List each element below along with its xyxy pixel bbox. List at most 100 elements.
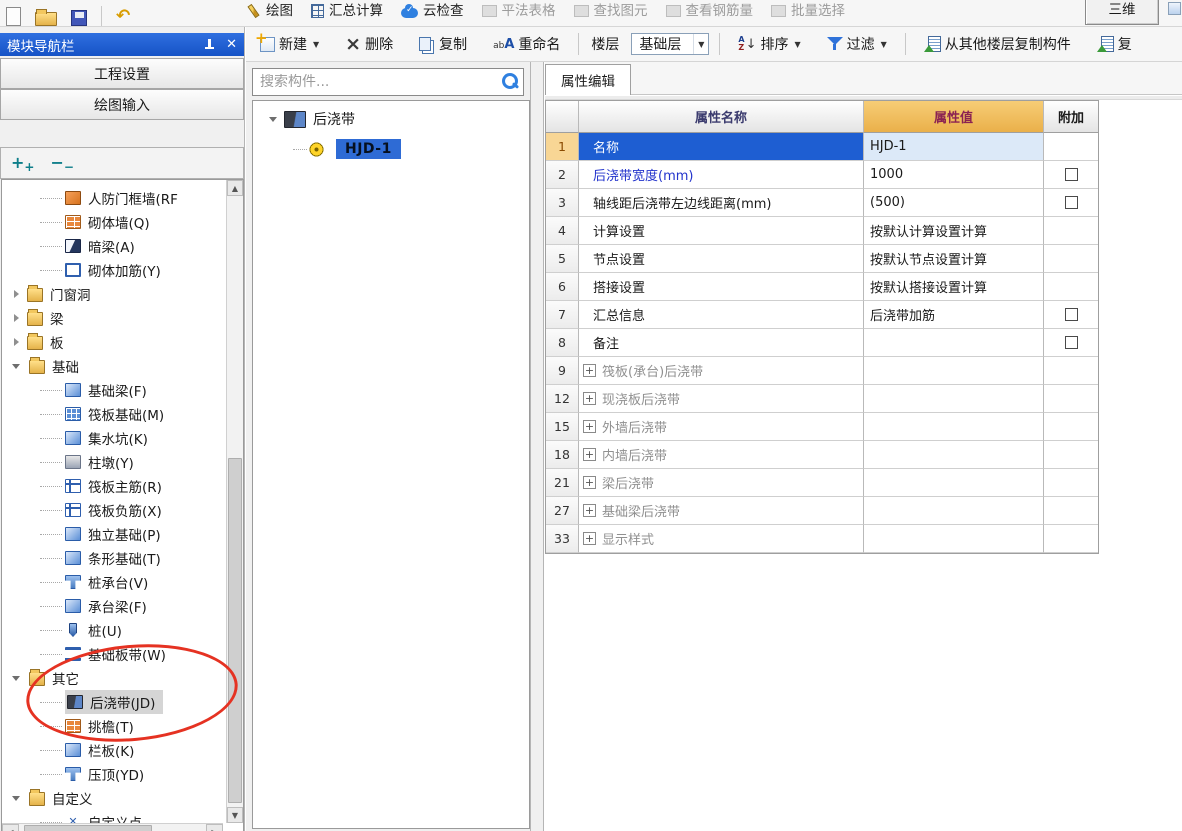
property-value-cell[interactable]: HJD-1	[864, 133, 1044, 161]
chevron-down-icon[interactable]	[269, 116, 277, 122]
menu-item-云检查[interactable]: 云检查	[401, 0, 464, 26]
tree-item-基础梁(F)[interactable]: 基础梁(F)	[2, 379, 225, 401]
expand-plus-icon[interactable]: +	[583, 448, 596, 461]
chevron-down-icon[interactable]	[12, 363, 20, 369]
property-value-cell[interactable]: 按默认计算设置计算	[864, 217, 1044, 245]
menu-item-汇总计算[interactable]: 汇总计算	[311, 0, 383, 26]
tree-item-集水坑(K)[interactable]: 集水坑(K)	[2, 427, 225, 449]
sort-button[interactable]: A Z ↓ 排序 ▼	[730, 34, 808, 54]
horizontal-scroll-thumb[interactable]	[24, 825, 152, 831]
expand-plus-icon[interactable]: +	[583, 504, 596, 517]
property-name-cell[interactable]: + 梁后浇带	[579, 469, 864, 497]
attach-checkbox[interactable]	[1064, 168, 1078, 181]
property-name-cell[interactable]: + 基础梁后浇带	[579, 497, 864, 525]
attach-checkbox[interactable]	[1064, 336, 1078, 349]
property-value-cell[interactable]	[864, 357, 1044, 385]
close-icon[interactable]: ✕	[226, 38, 237, 51]
property-value-cell[interactable]	[864, 385, 1044, 413]
tree-item-筏板基础(M)[interactable]: 筏板基础(M)	[2, 403, 225, 425]
tree-item-自定义[interactable]: 自定义	[2, 787, 225, 809]
tree-item-桩承台(V)[interactable]: 桩承台(V)	[2, 571, 225, 593]
tree-item-门窗洞[interactable]: 门窗洞	[2, 283, 225, 305]
scroll-left-button[interactable]: ◀	[2, 824, 19, 831]
property-value-cell[interactable]: 按默认搭接设置计算	[864, 273, 1044, 301]
menu-item-查看钢筋量[interactable]: 查看钢筋量	[665, 0, 753, 26]
corner-icon[interactable]	[1168, 2, 1181, 15]
rename-button[interactable]: abA 重命名	[485, 34, 568, 54]
nav-button-project-settings[interactable]: 工程设置	[0, 58, 244, 89]
copy-from-other-floor-button[interactable]: 从其他楼层复制构件	[916, 34, 1079, 54]
vertical-scroll-thumb[interactable]	[228, 458, 242, 803]
expand-plus-icon[interactable]: +	[583, 364, 596, 377]
attach-checkbox[interactable]	[1064, 308, 1078, 321]
tree-item-独立基础(P)[interactable]: 独立基础(P)	[2, 523, 225, 545]
pin-icon[interactable]	[205, 38, 215, 51]
chevron-down-icon[interactable]: ▼	[693, 34, 708, 54]
search-input[interactable]	[253, 74, 497, 90]
tree-item-板[interactable]: 板	[2, 331, 225, 353]
undo-icon[interactable]: ↶	[116, 6, 130, 26]
property-name-cell[interactable]: + 外墙后浇带	[579, 413, 864, 441]
collapse-all-icon[interactable]: −−	[50, 153, 73, 174]
property-value-cell[interactable]: 1000	[864, 161, 1044, 189]
expand-plus-icon[interactable]: +	[583, 392, 596, 405]
menu-item-绘图[interactable]: 绘图	[246, 0, 293, 26]
open-folder-icon[interactable]	[35, 9, 57, 26]
property-value-cell[interactable]	[864, 441, 1044, 469]
property-name-cell[interactable]: + 现浇板后浇带	[579, 385, 864, 413]
tree-item-基础[interactable]: 基础	[2, 355, 225, 377]
chevron-down-icon[interactable]	[12, 795, 20, 801]
chevron-right-icon[interactable]	[14, 314, 19, 322]
floor-combobox[interactable]: 基础层 ▼	[631, 33, 710, 55]
property-name-cell[interactable]: + 内墙后浇带	[579, 441, 864, 469]
tree-item-砌体墙(Q)[interactable]: 砌体墙(Q)	[2, 211, 225, 233]
chevron-down-icon[interactable]	[12, 675, 20, 681]
scroll-right-button[interactable]: ▶	[206, 824, 223, 831]
tree-item-筏板主筋(R)[interactable]: 筏板主筋(R)	[2, 475, 225, 497]
delete-button[interactable]: × 删除	[337, 34, 401, 54]
tree-vertical-scrollbar[interactable]: ▲ ▼	[226, 180, 243, 823]
tree-item-柱墩(Y)[interactable]: 柱墩(Y)	[2, 451, 225, 473]
save-icon[interactable]	[71, 10, 87, 26]
menu-item-平法表格[interactable]: 平法表格	[481, 0, 556, 26]
tree-item-暗梁(A)[interactable]: 暗梁(A)	[2, 235, 225, 257]
tree-item-其它[interactable]: 其它	[2, 667, 225, 689]
tree-item-桩(U)[interactable]: 桩(U)	[2, 619, 225, 641]
chevron-right-icon[interactable]	[14, 290, 19, 298]
property-value-cell[interactable]: (500)	[864, 189, 1044, 217]
tree-item-栏板(K)[interactable]: 栏板(K)	[2, 739, 225, 761]
scroll-down-button[interactable]: ▼	[227, 807, 243, 823]
copy-to-other-floor-button[interactable]: 复	[1089, 34, 1140, 54]
property-value-cell[interactable]: 按默认节点设置计算	[864, 245, 1044, 273]
tree-horizontal-scrollbar[interactable]: ◀ ▶	[2, 823, 223, 831]
property-value-cell[interactable]	[864, 497, 1044, 525]
tab-property-edit[interactable]: 属性编辑	[545, 64, 631, 95]
tree-item-筏板负筋(X)[interactable]: 筏板负筋(X)	[2, 499, 225, 521]
attach-checkbox[interactable]	[1064, 196, 1078, 209]
new-file-icon[interactable]	[6, 7, 21, 26]
copy-button[interactable]: 复制	[411, 34, 475, 54]
tree-item-后浇带(JD)[interactable]: 后浇带(JD)	[2, 690, 225, 714]
nav-button-drawing-input[interactable]: 绘图输入	[0, 89, 244, 120]
tree-item-条形基础(T)[interactable]: 条形基础(T)	[2, 547, 225, 569]
tree-item-梁[interactable]: 梁	[2, 307, 225, 329]
property-name-cell[interactable]: + 显示样式	[579, 525, 864, 553]
menu-item-批量选择[interactable]: 批量选择	[771, 0, 845, 26]
search-icon[interactable]	[497, 70, 523, 94]
scroll-up-button[interactable]: ▲	[227, 180, 243, 196]
tree-item-基础板带(W)[interactable]: 基础板带(W)	[2, 643, 225, 665]
view-3d-button[interactable]: 三维	[1085, 0, 1159, 25]
expand-plus-icon[interactable]: +	[583, 420, 596, 433]
expand-plus-icon[interactable]: +	[583, 532, 596, 545]
property-value-cell[interactable]	[864, 469, 1044, 497]
tree-item-承台梁(F)[interactable]: 承台梁(F)	[2, 595, 225, 617]
menu-item-查找图元[interactable]: 查找图元	[573, 0, 648, 26]
tree-node-postcast-strip[interactable]: 后浇带	[259, 109, 355, 129]
tree-item-压顶(YD)[interactable]: 压顶(YD)	[2, 763, 225, 785]
property-value-cell[interactable]	[864, 413, 1044, 441]
tree-item-人防门框墙(RF[interactable]: 人防门框墙(RF	[2, 187, 225, 209]
expand-all-icon[interactable]: ++	[11, 153, 34, 174]
filter-button[interactable]: 过滤 ▼	[819, 34, 895, 54]
tree-node-hjd1[interactable]: HJD-1	[293, 139, 401, 159]
new-button[interactable]: 新建 ▼	[252, 29, 327, 54]
